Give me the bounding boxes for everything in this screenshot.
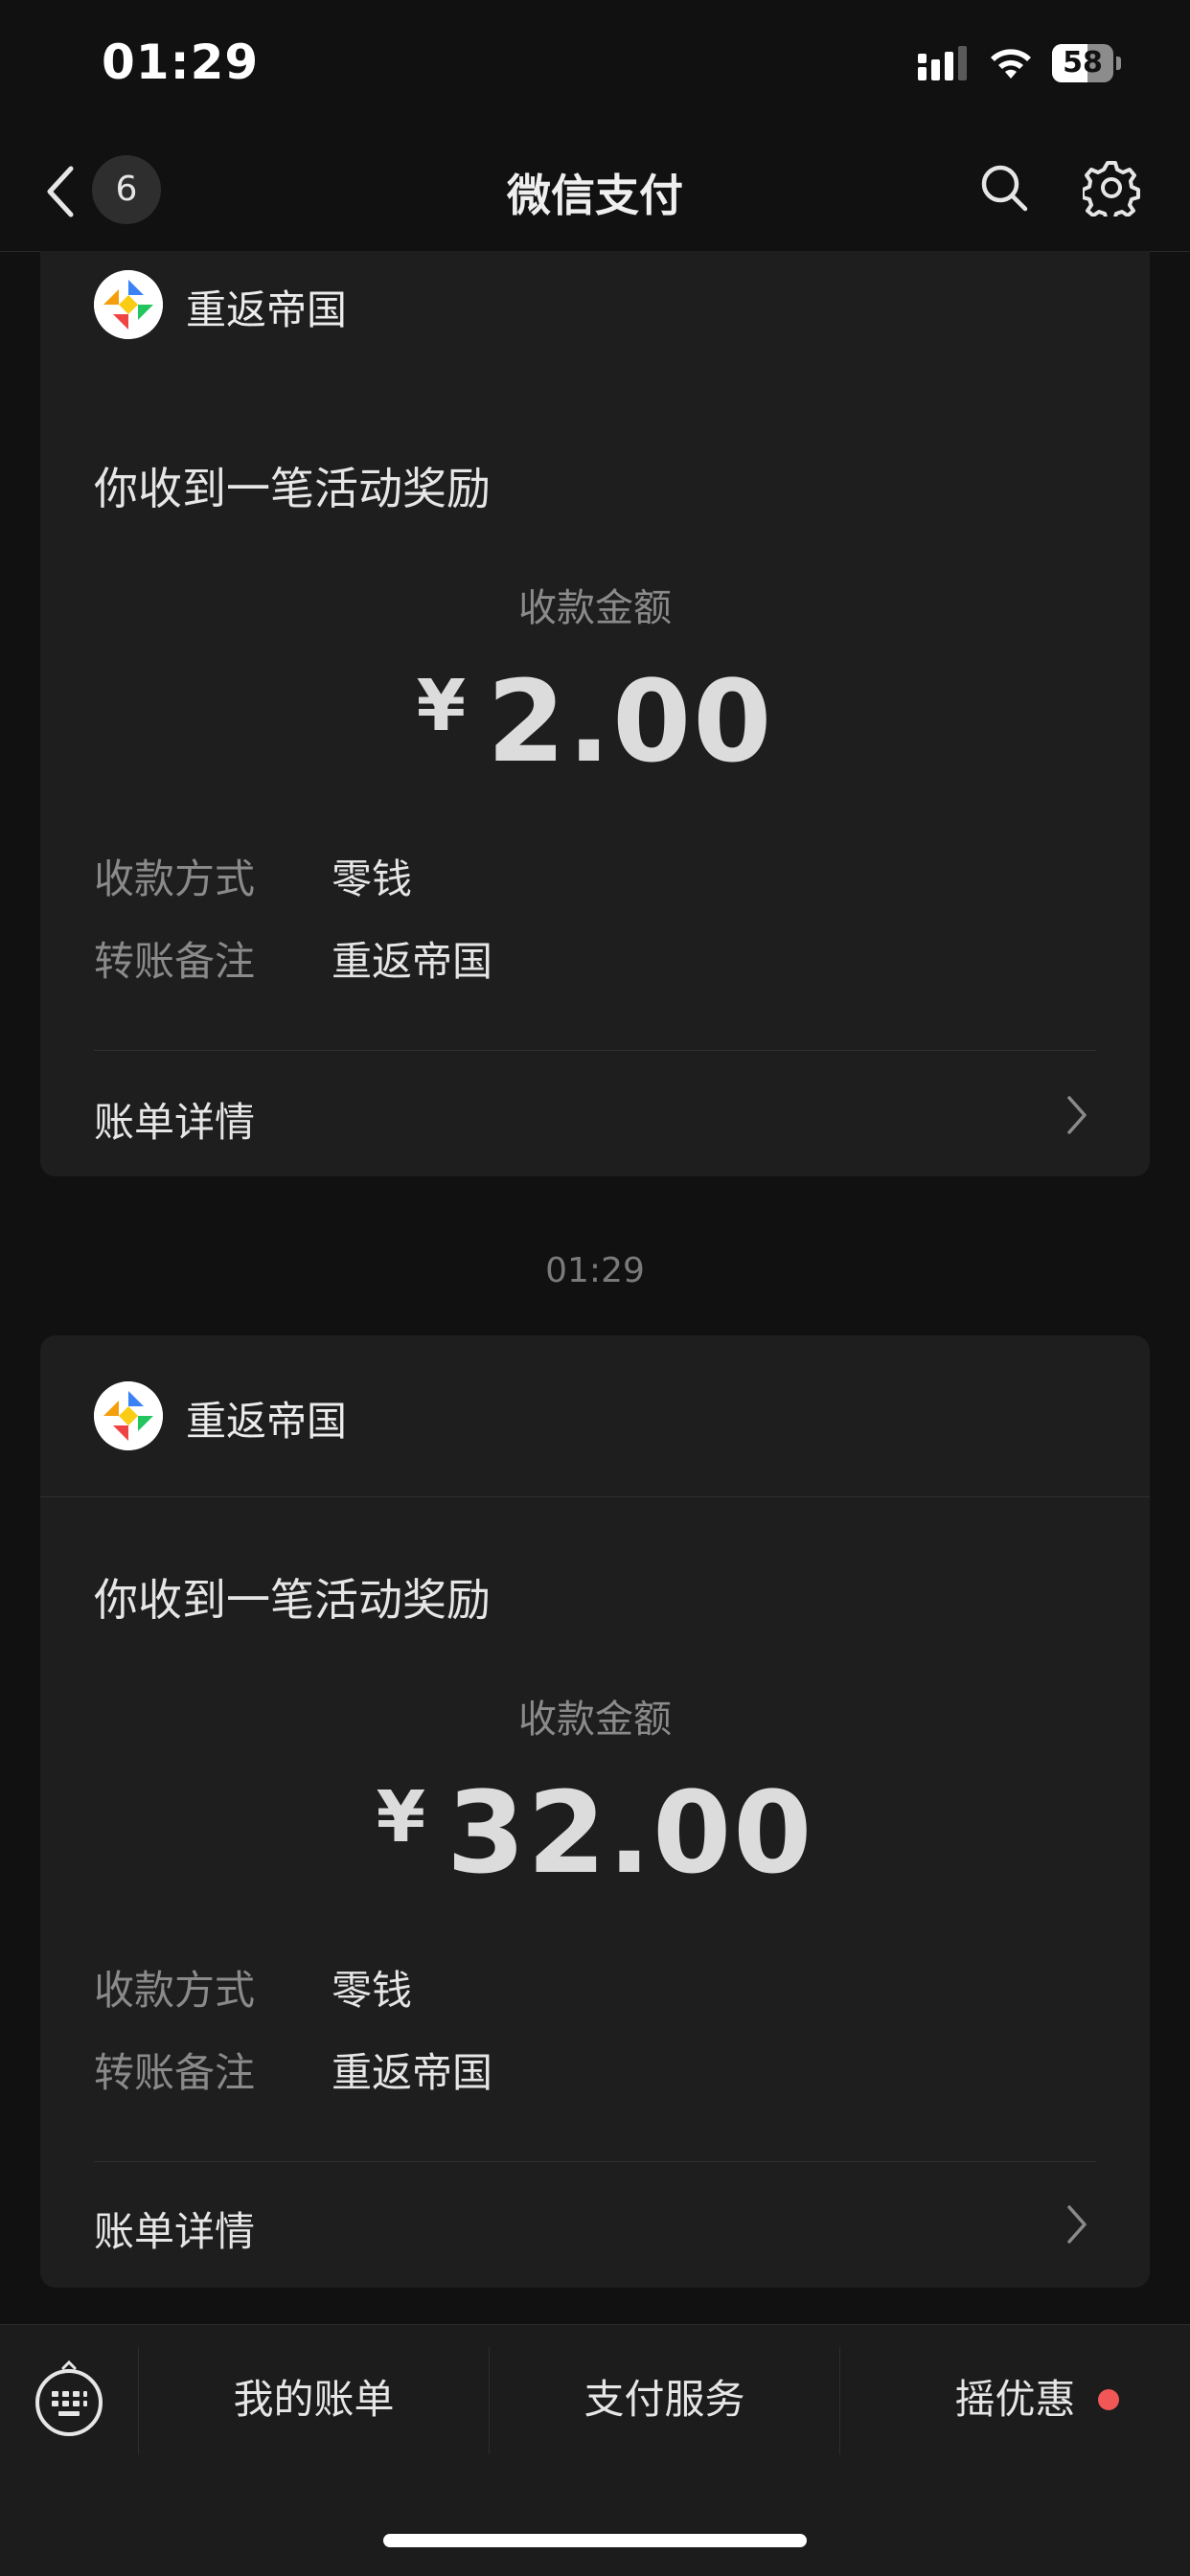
method-label: 收款方式 [94, 1967, 256, 2014]
bill-detail-link[interactable]: 账单详情 [94, 2200, 255, 2258]
card-divider [94, 1050, 1096, 1051]
home-indicator[interactable] [383, 2534, 807, 2547]
currency-symbol: ¥ [376, 1776, 426, 1858]
message-timestamp: 01:29 [545, 1251, 645, 1290]
tab-shake-discounts[interactable]: 摇优惠 [840, 2366, 1190, 2433]
note-label: 转账备注 [94, 2049, 256, 2096]
status-time: 01:29 [102, 34, 260, 90]
note-label: 转账备注 [94, 938, 256, 985]
merchant-name: 重返帝国 [186, 286, 348, 333]
tab-payment-services[interactable]: 支付服务 [490, 2366, 839, 2433]
notification-dot [1098, 2389, 1119, 2410]
card-title: 你收到一笔活动奖励 [94, 1574, 491, 1626]
card-title: 你收到一笔活动奖励 [94, 463, 491, 514]
search-icon[interactable] [977, 161, 1031, 215]
method-label: 收款方式 [94, 855, 256, 902]
card-divider [94, 2161, 1096, 2162]
battery-percent: 58 [1063, 46, 1103, 80]
merchant-logo-icon [94, 1381, 163, 1450]
keyboard-icon[interactable] [33, 2357, 105, 2447]
bill-detail-link[interactable]: 账单详情 [94, 1090, 255, 1149]
chevron-right-icon [1067, 1096, 1087, 1134]
merchant-name: 重返帝国 [186, 1398, 348, 1445]
amount-value: ¥32.00 [40, 1767, 1150, 1899]
payment-card[interactable]: 重返帝国 你收到一笔活动奖励 收款金额 ¥32.00 收款方式 零钱 转账备注 … [40, 1335, 1150, 2288]
cellular-signal-icon [918, 46, 967, 80]
method-value: 零钱 [332, 855, 413, 902]
battery-indicator: 58 [1052, 44, 1121, 82]
note-value: 重返帝国 [332, 938, 493, 985]
method-value: 零钱 [332, 1967, 413, 2014]
merchant-logo-icon [94, 270, 163, 339]
payment-card-body[interactable]: 你收到一笔活动奖励 收款金额 ¥2.00 收款方式 零钱 转账备注 重返帝国 账… [40, 385, 1150, 1176]
amount-value: ¥2.00 [40, 655, 1150, 787]
chevron-right-icon [1067, 2205, 1087, 2244]
wifi-icon [991, 49, 1031, 79]
note-value: 重返帝国 [332, 2049, 493, 2096]
tab-my-bills[interactable]: 我的账单 [139, 2366, 489, 2433]
currency-symbol: ¥ [416, 665, 467, 747]
amount-label: 收款金额 [518, 1698, 672, 1742]
gear-icon[interactable] [1083, 159, 1140, 217]
amount-label: 收款金额 [518, 586, 672, 630]
amount-number: 2.00 [487, 655, 774, 787]
amount-number: 32.00 [446, 1767, 814, 1899]
payment-card-header: 重返帝国 [40, 251, 1150, 386]
